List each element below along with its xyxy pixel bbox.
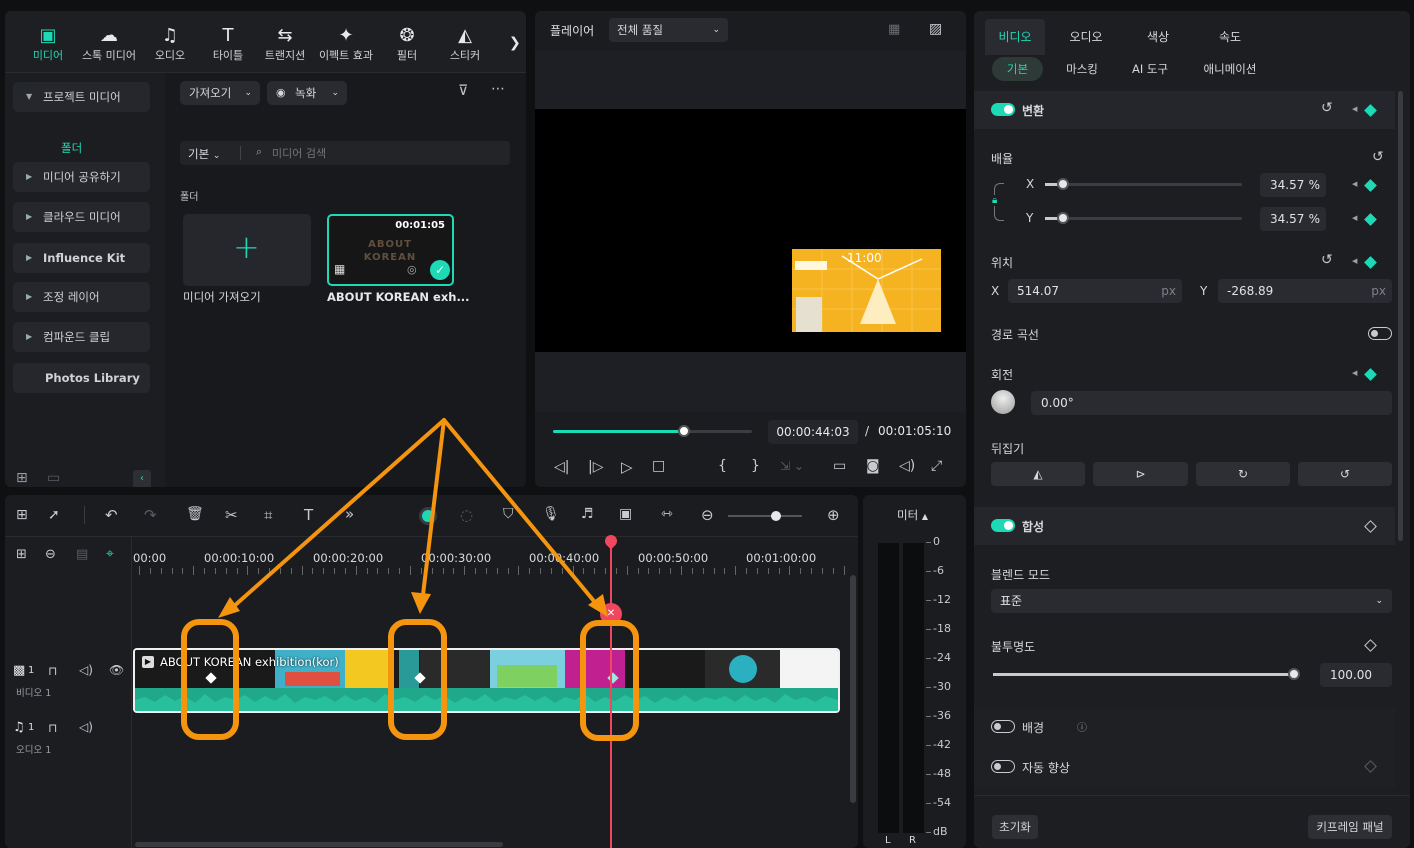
meter-scale-tick [926, 542, 931, 543]
meter-scale-label: -6 [933, 564, 944, 577]
meter-scale-tick [926, 716, 931, 717]
meter-scale-tick [926, 629, 931, 630]
meter-scale-tick [926, 832, 931, 833]
meter-channel-right [903, 543, 924, 833]
meter-channel-left [878, 543, 899, 833]
meter-scale-label: -24 [933, 651, 951, 664]
meter-scale-label: dB [933, 825, 948, 838]
meter-scale-label: -48 [933, 767, 951, 780]
annotation-highlight-ring [181, 619, 239, 740]
audio-meter-panel: 미터 ▲ 0 -6 -12 -18 -24 -30 -36 -42 -48 -54 dB L R [863, 495, 966, 848]
meter-scale-tick [926, 774, 931, 775]
meter-scale-tick [926, 600, 931, 601]
meter-scale-label: -30 [933, 680, 951, 693]
meter-scale-label: -36 [933, 709, 951, 722]
meter-scale-tick [926, 658, 931, 659]
meter-scale-label: -12 [933, 593, 951, 606]
meter-scale-label: -42 [933, 738, 951, 751]
meter-scale-tick [926, 745, 931, 746]
meter-scale-tick [926, 687, 931, 688]
annotation-highlight-ring [388, 619, 447, 740]
meter-right-label: R [909, 835, 916, 846]
meter-left-label: L [885, 835, 891, 846]
caret-up-icon: ▲ [921, 512, 928, 521]
meter-scale-tick [926, 803, 931, 804]
meter-scale-label: 0 [933, 535, 940, 548]
annotation-highlight-ring [580, 620, 639, 741]
meter-title[interactable]: 미터 ▲ [897, 507, 928, 523]
meter-scale-tick [926, 571, 931, 572]
meter-scale-label: -54 [933, 796, 951, 809]
meter-scale-label: -18 [933, 622, 951, 635]
